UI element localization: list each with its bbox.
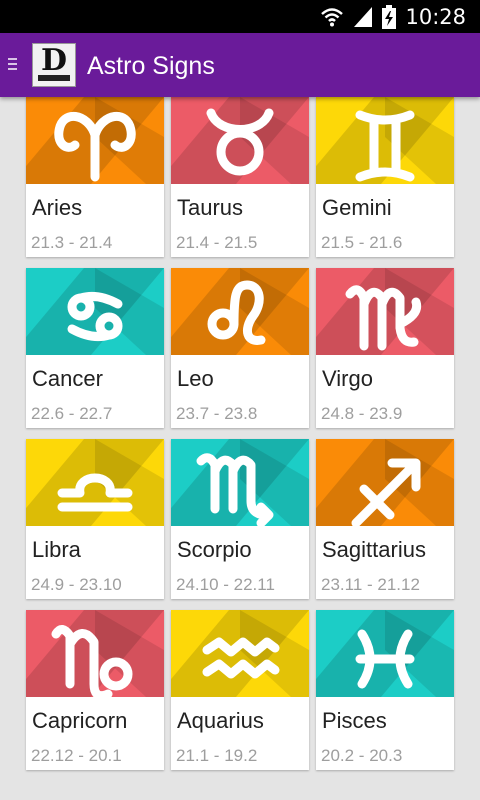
capricorn-icon xyxy=(26,610,164,697)
sign-tile xyxy=(316,610,454,697)
virgo-icon xyxy=(316,268,454,355)
sign-name: Aries xyxy=(32,195,83,220)
sign-name: Libra xyxy=(32,537,81,562)
sign-name: Leo xyxy=(177,366,214,391)
app-logo-base xyxy=(38,75,70,81)
sign-dates: 23.7 - 23.8 xyxy=(176,404,258,423)
sign-tile xyxy=(316,97,454,184)
sign-tile xyxy=(171,610,309,697)
sign-dates: 20.2 - 20.3 xyxy=(321,746,403,765)
scorpio-icon xyxy=(171,439,309,526)
libra-icon xyxy=(26,439,164,526)
status-time: 10:28 xyxy=(405,4,466,29)
app-logo[interactable]: D xyxy=(32,43,76,87)
sign-dates: 21.1 - 19.2 xyxy=(176,746,258,765)
sign-tile xyxy=(171,97,309,184)
sign-tile xyxy=(26,610,164,697)
cancer-icon xyxy=(26,268,164,355)
wifi-icon xyxy=(321,7,344,26)
aquarius-icon xyxy=(171,610,309,697)
sign-name: Virgo xyxy=(322,366,373,391)
sign-dates: 24.9 - 23.10 xyxy=(31,575,122,594)
sign-card-pisces[interactable]: Pisces 20.2 - 20.3 xyxy=(316,610,454,770)
leo-icon xyxy=(171,268,309,355)
sign-name: Aquarius xyxy=(177,708,264,733)
sign-name: Scorpio xyxy=(177,537,252,562)
sign-card-sagittarius[interactable]: Sagittarius 23.11 - 21.12 xyxy=(316,439,454,599)
sign-card-cancer[interactable]: Cancer 22.6 - 22.7 xyxy=(26,268,164,428)
sign-dates: 21.4 - 21.5 xyxy=(176,233,258,252)
sign-card-scorpio[interactable]: Scorpio 24.10 - 22.11 xyxy=(171,439,309,599)
sign-dates: 21.3 - 21.4 xyxy=(31,233,113,252)
sign-tile xyxy=(171,268,309,355)
sign-name: Taurus xyxy=(177,195,244,220)
status-bar: 10:28 xyxy=(0,0,480,33)
signal-icon xyxy=(354,6,373,27)
sign-tile xyxy=(171,439,309,526)
sign-tile xyxy=(316,268,454,355)
sign-card-aquarius[interactable]: Aquarius 21.1 - 19.2 xyxy=(171,610,309,770)
app-logo-letter: D xyxy=(40,43,67,78)
sign-dates: 24.8 - 23.9 xyxy=(321,404,403,423)
sign-card-aries[interactable]: Aries 21.3 - 21.4 xyxy=(26,97,164,257)
sign-name: Pisces xyxy=(322,708,387,733)
battery-charging-icon xyxy=(382,4,397,29)
gemini-icon xyxy=(316,97,454,184)
sign-card-capricorn[interactable]: Capricorn 22.12 - 20.1 xyxy=(26,610,164,770)
sign-tile xyxy=(26,268,164,355)
status-icons: 10:28 xyxy=(320,0,466,33)
sign-card-taurus[interactable]: Taurus 21.4 - 21.5 xyxy=(171,97,309,257)
sign-card-leo[interactable]: Leo 23.7 - 23.8 xyxy=(171,268,309,428)
sign-dates: 21.5 - 21.6 xyxy=(321,233,403,252)
app-title: Astro Signs xyxy=(87,52,215,80)
sign-dates: 24.10 - 22.11 xyxy=(176,575,275,594)
sign-name: Gemini xyxy=(322,195,392,220)
sign-tile xyxy=(316,439,454,526)
sign-dates: 22.6 - 22.7 xyxy=(31,404,113,423)
app-bar: D Astro Signs xyxy=(0,33,480,97)
pisces-icon xyxy=(316,610,454,697)
sign-name: Cancer xyxy=(32,366,103,391)
sign-card-virgo[interactable]: Virgo 24.8 - 23.9 xyxy=(316,268,454,428)
sign-card-gemini[interactable]: Gemini 21.5 - 21.6 xyxy=(316,97,454,257)
taurus-icon xyxy=(171,97,309,184)
sign-name: Sagittarius xyxy=(322,537,426,562)
sign-tile xyxy=(26,97,164,184)
sign-card-libra[interactable]: Libra 24.9 - 23.10 xyxy=(26,439,164,599)
aries-icon xyxy=(26,97,164,184)
sign-tile xyxy=(26,439,164,526)
menu-icon[interactable] xyxy=(8,58,18,72)
sign-dates: 22.12 - 20.1 xyxy=(31,746,122,765)
sign-name: Capricorn xyxy=(32,708,128,733)
sign-dates: 23.11 - 21.12 xyxy=(321,575,420,594)
sagittarius-icon xyxy=(316,439,454,526)
